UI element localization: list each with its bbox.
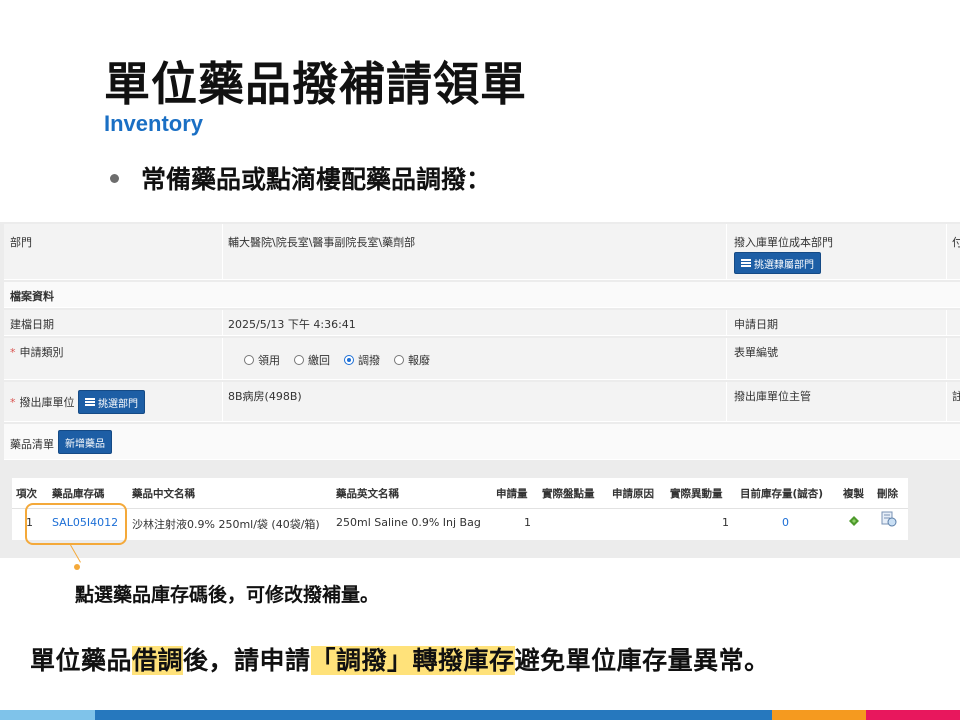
footer-bar-pink	[866, 710, 960, 720]
list-icon	[85, 398, 95, 406]
out-unit-label: * 撥出庫單位	[10, 396, 75, 409]
file-section-title: 檔案資料	[10, 290, 54, 303]
th-actual-change: 實際異動量	[670, 488, 723, 500]
footer-bar-blue	[95, 710, 772, 720]
right-edge-label-2: 註	[952, 390, 960, 403]
slide-title: 單位藥品撥補請領單	[104, 57, 527, 111]
bottom-highlight-1: 借調	[132, 646, 184, 675]
radio-scrap[interactable]: 報廢	[394, 352, 430, 368]
th-cname: 藥品中文名稱	[132, 488, 195, 500]
dept-label: 部門	[10, 236, 32, 249]
select-dept-button[interactable]: 挑選部門	[78, 390, 145, 414]
drug-table: 項次 藥品庫存碼 藥品中文名稱 藥品英文名稱 申請量 實際盤點量 申請原因 實際…	[12, 478, 908, 540]
form-no-label: 表單編號	[734, 346, 778, 359]
select-sub-dept-button[interactable]: 挑選隸屬部門	[734, 252, 821, 274]
th-delete: 刪除	[877, 488, 898, 500]
bullet-text: 常備藥品或點滴樓配藥品調撥：	[141, 165, 492, 194]
cell-qty: 1	[524, 516, 531, 529]
created-date-label: 建檔日期	[10, 318, 54, 331]
radio-return[interactable]: 繳回	[294, 352, 330, 368]
footer-bar-orange	[772, 710, 866, 720]
out-unit-value: 8B病房(498B)	[228, 390, 302, 403]
row-file-section: 檔案資料	[4, 282, 960, 308]
row-drug-list: 藥品清單 新增藥品	[4, 424, 960, 460]
apply-date-label: 申請日期	[734, 318, 778, 331]
bottom-part-1: 單位藥品	[30, 646, 133, 675]
row-out-unit: * 撥出庫單位 挑選部門 8B病房(498B) 撥出庫單位主管 註	[4, 382, 960, 422]
th-ename: 藥品英文名稱	[336, 488, 399, 500]
bullet-item: 常備藥品或點滴樓配藥品調撥：	[110, 160, 491, 196]
dept-cost-label: 撥入庫單位成本部門	[734, 236, 833, 249]
bottom-highlight-2: 「調撥」轉撥庫存	[310, 646, 515, 675]
select-sub-dept-label: 挑選隸屬部門	[754, 259, 814, 271]
cell-ename: 250ml Saline 0.9% Inj Bag	[336, 516, 481, 529]
th-actual: 實際盤點量	[542, 488, 595, 500]
th-code: 藥品庫存碼	[52, 488, 105, 500]
radio-transfer[interactable]: 調撥	[344, 352, 380, 368]
list-icon	[741, 259, 751, 267]
drug-list-label: 藥品清單	[10, 438, 54, 451]
bottom-part-2: 後，請申請	[183, 646, 311, 675]
add-drug-button[interactable]: 新增藥品	[58, 430, 112, 454]
bottom-part-3: 避免單位庫存量異常。	[514, 646, 770, 675]
bullet-dot-icon	[110, 173, 119, 183]
callout-text: 點選藥品庫存碼後，可修改撥補量。	[75, 584, 380, 606]
cell-cname: 沙林注射液0.9% 250ml/袋 (40袋/箱)	[132, 518, 320, 531]
out-unit-manager-label: 撥出庫單位主管	[734, 390, 811, 403]
th-copy: 複製	[843, 488, 864, 500]
callout-dot	[74, 564, 80, 570]
cell-actual-change: 1	[722, 516, 729, 529]
apply-type-radio-group: 領用 繳回 調撥 報廢	[244, 352, 430, 368]
radio-collect[interactable]: 領用	[244, 352, 280, 368]
select-dept-label: 挑選部門	[98, 398, 138, 410]
th-reason: 申請原因	[612, 488, 654, 500]
row-apply-type: * 申請類別 表單編號	[4, 338, 960, 380]
slide-subtitle: Inventory	[104, 111, 204, 136]
right-edge-label-1: 付	[952, 236, 960, 249]
th-idx: 項次	[16, 488, 37, 500]
delete-icon[interactable]	[880, 510, 898, 531]
bottom-note: 單位藥品借調後，請申請「調撥」轉撥庫存避免單位庫存量異常。	[30, 641, 770, 677]
cell-stock: 0	[782, 516, 789, 529]
form-screenshot: 部門 輔大醫院\院長室\醫事副院長室\藥劑部 撥入庫單位成本部門 挑選隸屬部門 …	[0, 222, 960, 558]
dept-value: 輔大醫院\院長室\醫事副院長室\藥劑部	[228, 236, 416, 249]
th-qty: 申請量	[496, 488, 528, 500]
row-created-date: 建檔日期 2025/5/13 下午 4:36:41 申請日期	[4, 310, 960, 336]
created-date-value: 2025/5/13 下午 4:36:41	[228, 318, 356, 331]
row-dept: 部門 輔大醫院\院長室\醫事副院長室\藥劑部 撥入庫單位成本部門 挑選隸屬部門 …	[4, 224, 960, 280]
th-stock: 目前庫存量(誠杏)	[740, 488, 824, 500]
apply-type-label: * 申請類別	[10, 346, 64, 359]
copy-icon[interactable]	[846, 512, 862, 531]
footer-bar-light-blue	[0, 710, 95, 720]
code-highlight-box	[25, 503, 127, 545]
